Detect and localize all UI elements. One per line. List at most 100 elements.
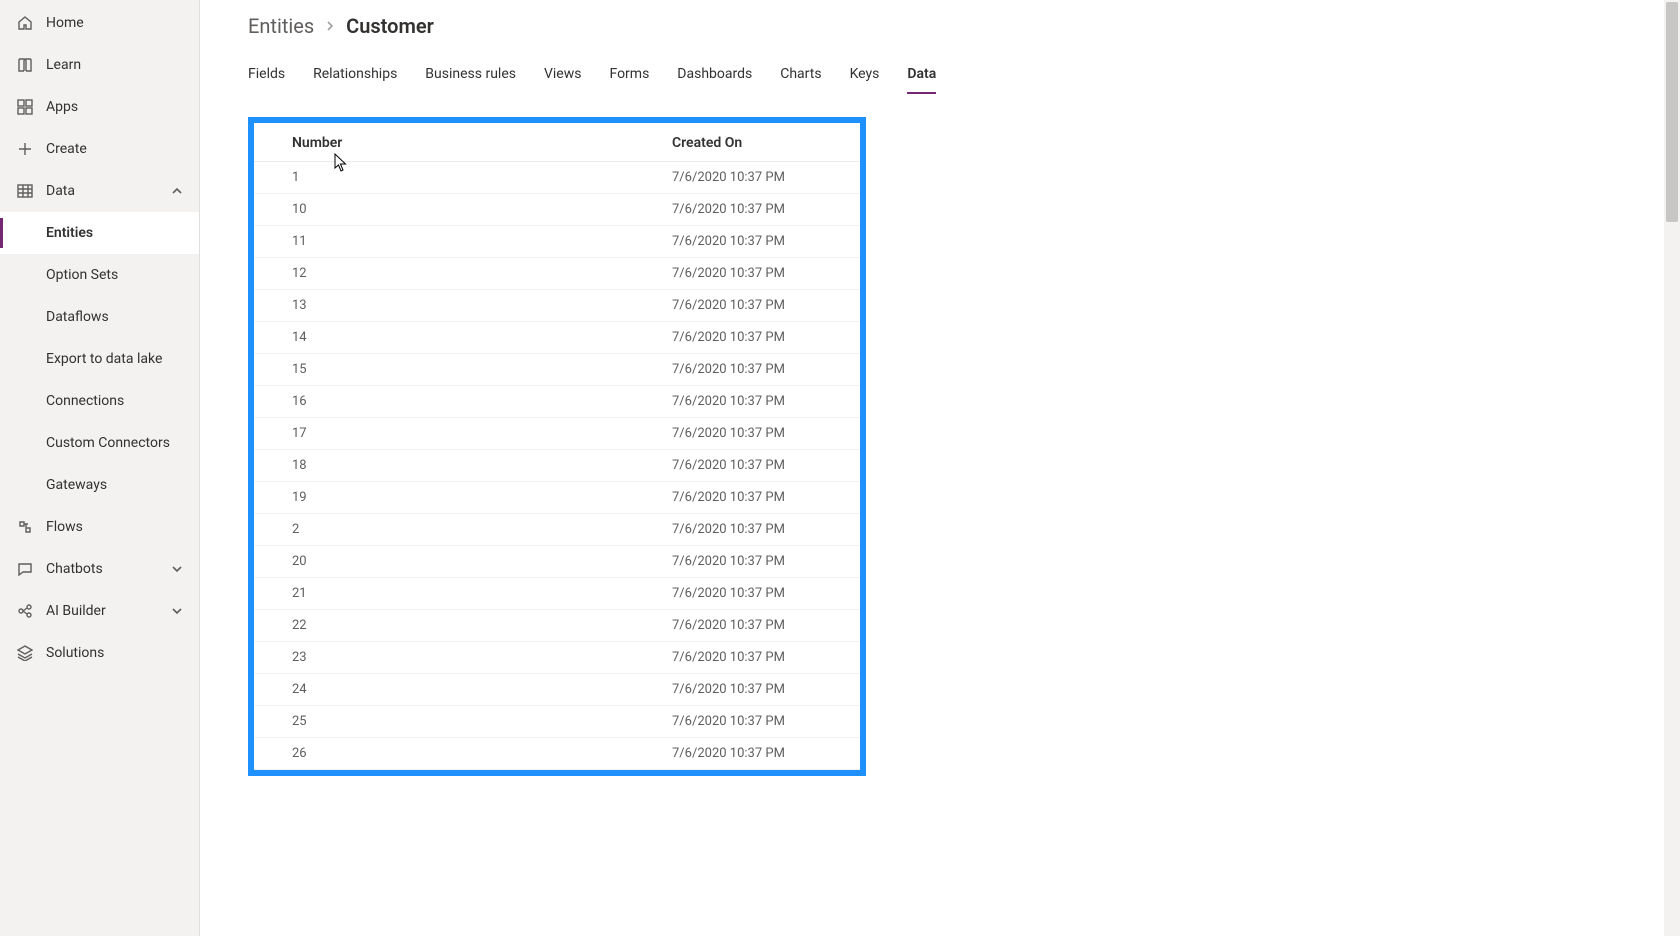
cell-number: 25 [254,706,672,738]
cell-created: 7/6/2020 10:37 PM [672,194,860,226]
sidebar-item-data[interactable]: Data [0,170,199,212]
sidebar-item-apps[interactable]: Apps [0,86,199,128]
table-row[interactable]: 217/6/2020 10:37 PM [254,578,860,610]
scrollbar[interactable] [1664,0,1680,936]
sidebar-item-create[interactable]: Create [0,128,199,170]
sidebar-item-aibuilder[interactable]: AI Builder [0,590,199,632]
table-row[interactable]: 27/6/2020 10:37 PM [254,514,860,546]
cell-number: 23 [254,642,672,674]
tab-fields[interactable]: Fields [248,60,285,94]
cell-number: 20 [254,546,672,578]
sidebar-item-label: Flows [46,519,83,535]
cell-number: 17 [254,418,672,450]
chevron-up-icon [171,185,183,197]
sidebar-item-gateways[interactable]: Gateways [0,464,199,506]
table-row[interactable]: 117/6/2020 10:37 PM [254,226,860,258]
cell-created: 7/6/2020 10:37 PM [672,418,860,450]
cell-created: 7/6/2020 10:37 PM [672,322,860,354]
scrollbar-thumb[interactable] [1666,2,1678,222]
cell-number: 16 [254,386,672,418]
table-row[interactable]: 157/6/2020 10:37 PM [254,354,860,386]
cell-number: 22 [254,610,672,642]
sidebar-item-dataflows[interactable]: Dataflows [0,296,199,338]
cell-number: 18 [254,450,672,482]
cell-number: 19 [254,482,672,514]
plus-icon [16,140,34,158]
sidebar-item-label: Home [46,15,84,31]
tab-data[interactable]: Data [907,60,936,94]
column-header-number[interactable]: Number [254,123,672,162]
cell-created: 7/6/2020 10:37 PM [672,642,860,674]
cell-created: 7/6/2020 10:37 PM [672,482,860,514]
sidebar-item-connections[interactable]: Connections [0,380,199,422]
sidebar-item-label: Data [46,183,75,199]
sidebar-item-custom-connectors[interactable]: Custom Connectors [0,422,199,464]
sidebar-item-label: Chatbots [46,561,103,577]
cell-created: 7/6/2020 10:37 PM [672,514,860,546]
sidebar-item-label: Dataflows [46,309,109,325]
column-header-number-label: Number [292,135,342,151]
tab-views[interactable]: Views [544,60,582,94]
cell-created: 7/6/2020 10:37 PM [672,226,860,258]
table-row[interactable]: 127/6/2020 10:37 PM [254,258,860,290]
tab-keys[interactable]: Keys [850,60,880,94]
table-header-row: Number Created On [254,123,860,162]
table-row[interactable]: 247/6/2020 10:37 PM [254,674,860,706]
sidebar-item-label: Entities [46,225,93,241]
cell-created: 7/6/2020 10:37 PM [672,706,860,738]
table-row[interactable]: 257/6/2020 10:37 PM [254,706,860,738]
ai-icon [16,602,34,620]
table-row[interactable]: 237/6/2020 10:37 PM [254,642,860,674]
tab-relationships[interactable]: Relationships [313,60,397,94]
table-row[interactable]: 207/6/2020 10:37 PM [254,546,860,578]
cell-number: 13 [254,290,672,322]
book-icon [16,56,34,74]
tab-forms[interactable]: Forms [609,60,649,94]
cell-created: 7/6/2020 10:37 PM [672,546,860,578]
grid-icon [16,98,34,116]
table-row[interactable]: 267/6/2020 10:37 PM [254,738,860,770]
sidebar-item-home[interactable]: Home [0,2,199,44]
sidebar-item-export-data-lake[interactable]: Export to data lake [0,338,199,380]
table-row[interactable]: 107/6/2020 10:37 PM [254,194,860,226]
table-row[interactable]: 177/6/2020 10:37 PM [254,418,860,450]
entity-tabs: Fields Relationships Business rules Views Fo… [248,60,1632,95]
sidebar-item-solutions[interactable]: Solutions [0,632,199,674]
table-row[interactable]: 197/6/2020 10:37 PM [254,482,860,514]
cell-created: 7/6/2020 10:37 PM [672,578,860,610]
cell-created: 7/6/2020 10:37 PM [672,450,860,482]
tab-business-rules[interactable]: Business rules [425,60,516,94]
cell-number: 15 [254,354,672,386]
tab-charts[interactable]: Charts [780,60,821,94]
table-row[interactable]: 187/6/2020 10:37 PM [254,450,860,482]
breadcrumb-parent[interactable]: Entities [248,14,314,38]
sidebar-item-label: Export to data lake [46,351,162,367]
table-row[interactable]: 167/6/2020 10:37 PM [254,386,860,418]
table-row[interactable]: 147/6/2020 10:37 PM [254,322,860,354]
cell-number: 11 [254,226,672,258]
sidebar-item-option-sets[interactable]: Option Sets [0,254,199,296]
sidebar-item-chatbots[interactable]: Chatbots [0,548,199,590]
sidebar-item-flows[interactable]: Flows [0,506,199,548]
table-row[interactable]: 227/6/2020 10:37 PM [254,610,860,642]
home-icon [16,14,34,32]
tab-dashboards[interactable]: Dashboards [677,60,752,94]
chevron-down-icon [171,563,183,575]
cell-created: 7/6/2020 10:37 PM [672,610,860,642]
sidebar-item-label: Create [46,141,87,157]
sidebar-item-label: Custom Connectors [46,435,170,451]
table-row[interactable]: 17/6/2020 10:37 PM [254,162,860,194]
sidebar-item-learn[interactable]: Learn [0,44,199,86]
cell-created: 7/6/2020 10:37 PM [672,674,860,706]
data-grid: Number Created On 17/6/2020 10:37 PM107/… [254,123,860,770]
table-row[interactable]: 137/6/2020 10:37 PM [254,290,860,322]
column-header-created[interactable]: Created On [672,123,860,162]
sidebar-item-entities[interactable]: Entities [0,212,199,254]
layers-icon [16,644,34,662]
cell-created: 7/6/2020 10:37 PM [672,258,860,290]
cell-created: 7/6/2020 10:37 PM [672,738,860,770]
cell-number: 10 [254,194,672,226]
table-icon [16,182,34,200]
cell-created: 7/6/2020 10:37 PM [672,354,860,386]
cell-number: 12 [254,258,672,290]
